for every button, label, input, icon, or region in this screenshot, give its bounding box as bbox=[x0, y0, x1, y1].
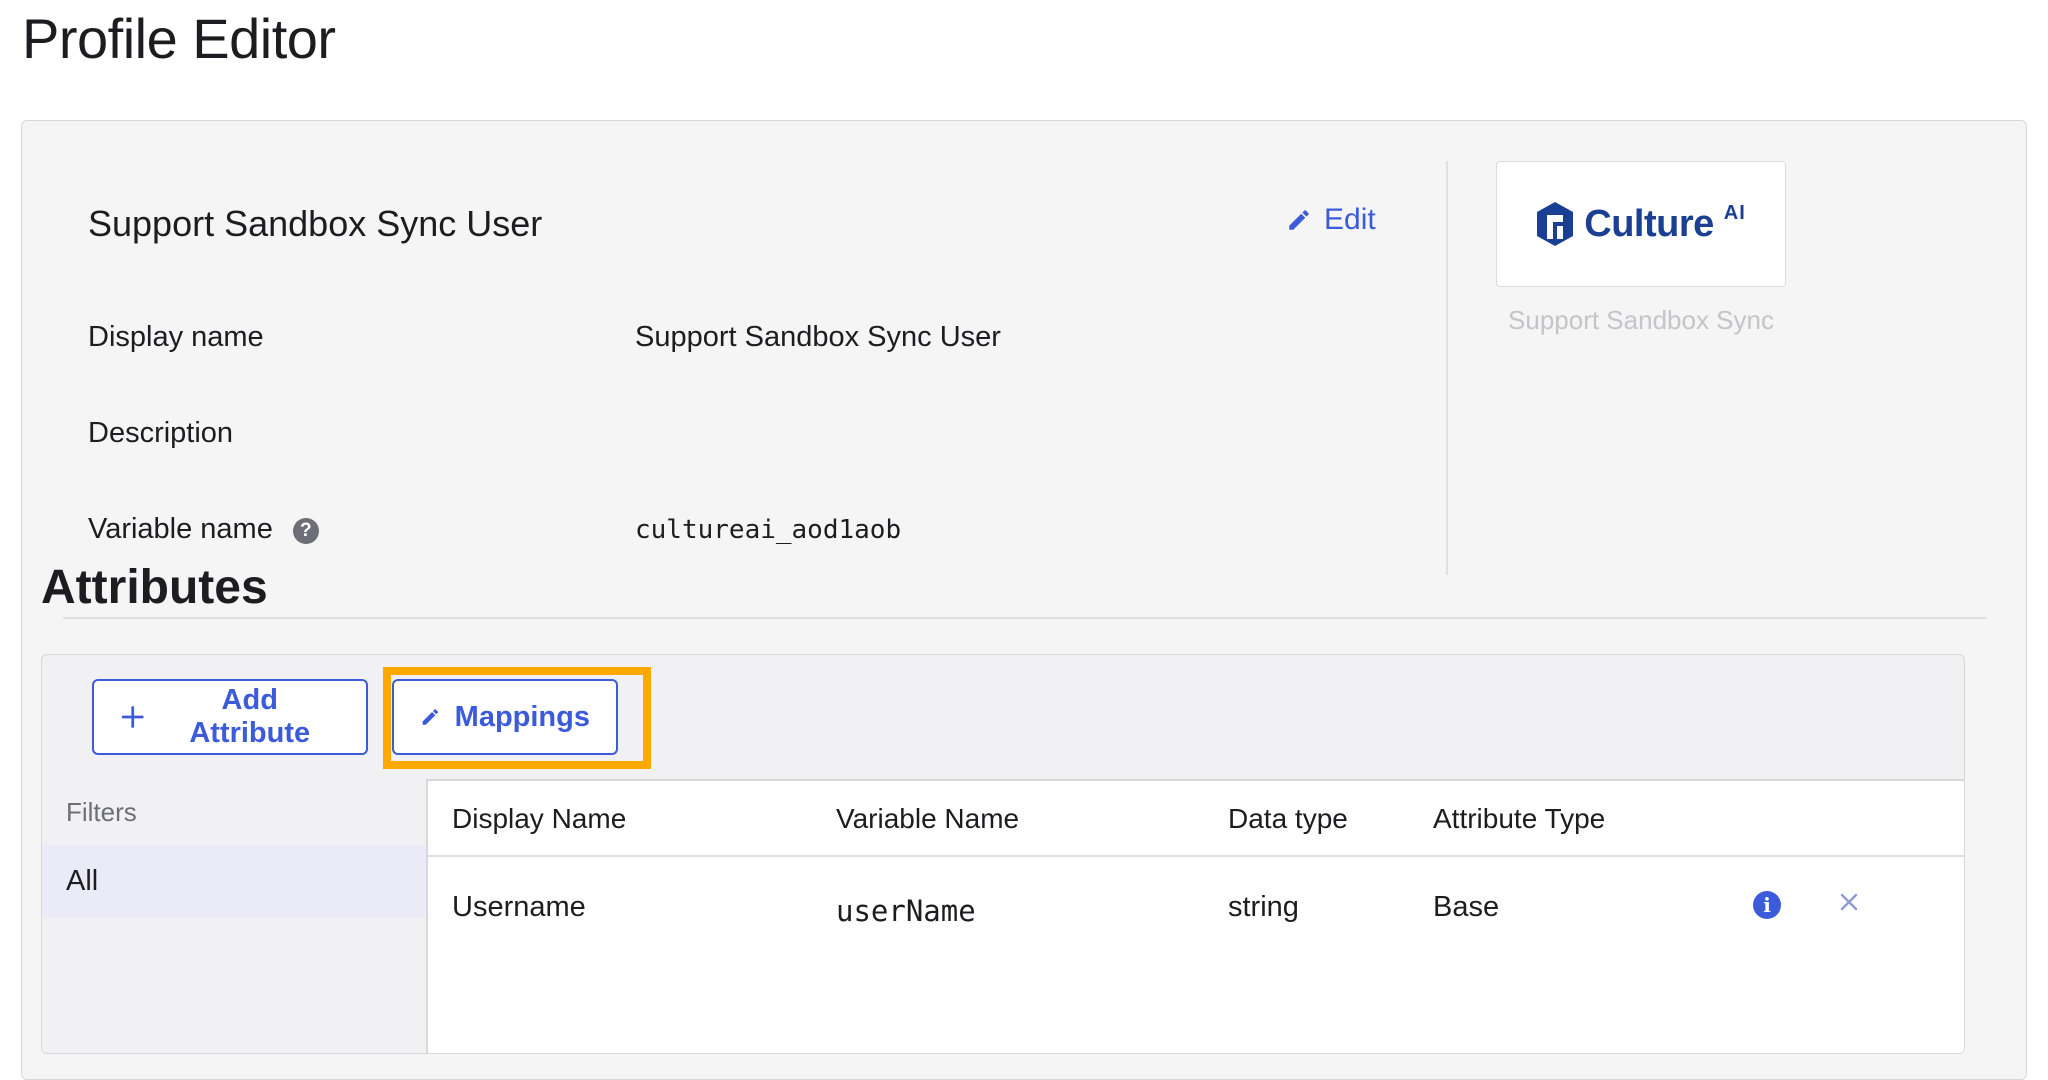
attributes-title: Attributes bbox=[41, 561, 268, 614]
close-glyph bbox=[1840, 893, 1858, 911]
edit-label: Edit bbox=[1324, 203, 1376, 236]
app-logo: Culture AI bbox=[1496, 161, 1786, 287]
logo-suffix: AI bbox=[1723, 202, 1746, 224]
logo-caption: Support Sandbox Sync bbox=[1508, 305, 1774, 335]
variable-name-row: Variable name? bbox=[88, 513, 319, 546]
edit-link[interactable]: Edit bbox=[1286, 203, 1376, 237]
filter-item-all[interactable]: All bbox=[42, 845, 426, 917]
column-header-attribute-type[interactable]: Attribute Type bbox=[1433, 803, 1605, 835]
culture-logo-icon bbox=[1537, 202, 1574, 246]
column-header-data-type[interactable]: Data type bbox=[1228, 803, 1348, 835]
filters-sidebar: Filters All bbox=[42, 779, 426, 1053]
column-header-variable-name[interactable]: Variable Name bbox=[836, 803, 1019, 835]
help-icon[interactable]: ? bbox=[292, 518, 319, 544]
display-name-value: Support Sandbox Sync User bbox=[635, 321, 1001, 353]
description-label: Description bbox=[88, 417, 234, 449]
variable-name-value: cultureai_aod1aob bbox=[635, 515, 902, 545]
mappings-button[interactable]: Mappings bbox=[392, 679, 618, 755]
pencil-icon bbox=[422, 709, 439, 725]
plus-icon bbox=[121, 706, 144, 728]
display-name-label: Display name bbox=[88, 321, 264, 353]
variable-name-label: Variable name bbox=[88, 513, 273, 545]
logo-text: Culture bbox=[1584, 202, 1714, 245]
profile-name: Support Sandbox Sync User bbox=[88, 203, 543, 244]
section-divider bbox=[63, 617, 1987, 619]
cell-variable-name: userName bbox=[836, 894, 976, 928]
filters-title: Filters bbox=[66, 797, 137, 827]
column-header-display-name[interactable]: Display Name bbox=[452, 803, 626, 835]
pencil-icon bbox=[1289, 210, 1309, 230]
mappings-label: Mappings bbox=[454, 700, 590, 733]
add-attribute-button[interactable]: Add Attribute bbox=[92, 679, 368, 755]
info-icon[interactable]: i bbox=[1753, 891, 1781, 919]
close-icon[interactable] bbox=[1832, 885, 1866, 919]
attributes-table: Display Name Variable Name Data type Att… bbox=[426, 779, 1964, 1053]
cell-data-type: string bbox=[1228, 891, 1299, 923]
vertical-divider bbox=[1446, 161, 1448, 575]
add-attribute-label: Add Attribute bbox=[189, 684, 311, 749]
page-title: Profile Editor bbox=[22, 7, 336, 70]
cell-display-name: Username bbox=[452, 891, 586, 923]
cell-attribute-type: Base bbox=[1433, 891, 1500, 923]
attributes-panel: Add Attribute Mappings Filters All Displ… bbox=[41, 654, 1965, 1054]
table-header-divider bbox=[428, 855, 1964, 857]
